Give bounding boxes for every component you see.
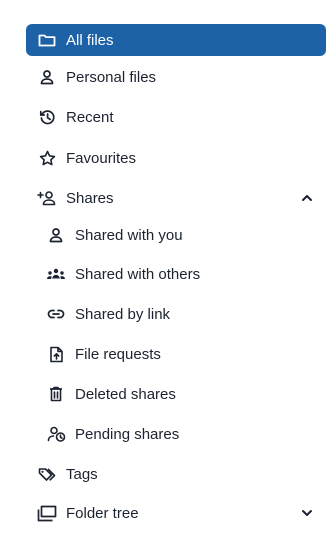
nav-item-personal-files[interactable]: Personal files: [26, 61, 326, 93]
tag-icon: [36, 463, 58, 485]
nav-item-shared-with-others[interactable]: Shared with others: [45, 258, 326, 290]
nav-label-file-requests: File requests: [75, 345, 161, 363]
nav-label-favourites: Favourites: [66, 149, 137, 167]
nav-item-shares[interactable]: Shares: [26, 182, 326, 214]
link-icon: [45, 303, 67, 325]
nav-label-deleted-shares: Deleted shares: [75, 385, 176, 403]
trash-icon: [45, 383, 67, 405]
file-upload-icon: [45, 343, 67, 365]
group-icon: [45, 263, 67, 285]
nav-label-shared-with-you: Shared with you: [75, 226, 183, 244]
nav-item-shared-with-you[interactable]: Shared with you: [45, 219, 326, 251]
nav-label-personal-files: Personal files: [66, 68, 157, 86]
person-icon: [36, 66, 58, 88]
nav-label-tags: Tags: [66, 465, 98, 483]
folder-tree-icon: [36, 502, 58, 524]
history-icon: [36, 106, 58, 128]
nav-label-shared-by-link: Shared by link: [75, 305, 171, 323]
folder-icon: [36, 29, 58, 51]
nav-item-all-files[interactable]: All files: [26, 24, 326, 56]
chevron-down-icon[interactable]: [298, 497, 316, 529]
nav-item-tags[interactable]: Tags: [26, 458, 326, 490]
nav-label-shares: Shares: [66, 189, 114, 207]
nav-item-file-requests[interactable]: File requests: [45, 338, 326, 370]
nav-label-folder-tree: Folder tree: [66, 504, 139, 522]
nav-item-folder-tree[interactable]: Folder tree: [26, 497, 326, 529]
nav-label-all-files: All files: [66, 31, 114, 49]
add-user-icon: [36, 187, 58, 209]
nav-item-recent[interactable]: Recent: [26, 101, 326, 133]
files-navigation: All files Personal files Recent Favourit…: [0, 0, 332, 535]
person-icon: [45, 224, 67, 246]
star-icon: [36, 147, 58, 169]
nav-item-pending-shares[interactable]: Pending shares: [45, 418, 326, 450]
pending-user-icon: [45, 423, 67, 445]
nav-item-favourites[interactable]: Favourites: [26, 142, 326, 174]
nav-label-pending-shares: Pending shares: [75, 425, 180, 443]
nav-label-shared-with-others: Shared with others: [75, 265, 201, 283]
nav-label-recent: Recent: [66, 108, 114, 126]
nav-item-deleted-shares[interactable]: Deleted shares: [45, 378, 326, 410]
chevron-up-icon[interactable]: [298, 182, 316, 214]
nav-item-shared-by-link[interactable]: Shared by link: [45, 298, 326, 330]
